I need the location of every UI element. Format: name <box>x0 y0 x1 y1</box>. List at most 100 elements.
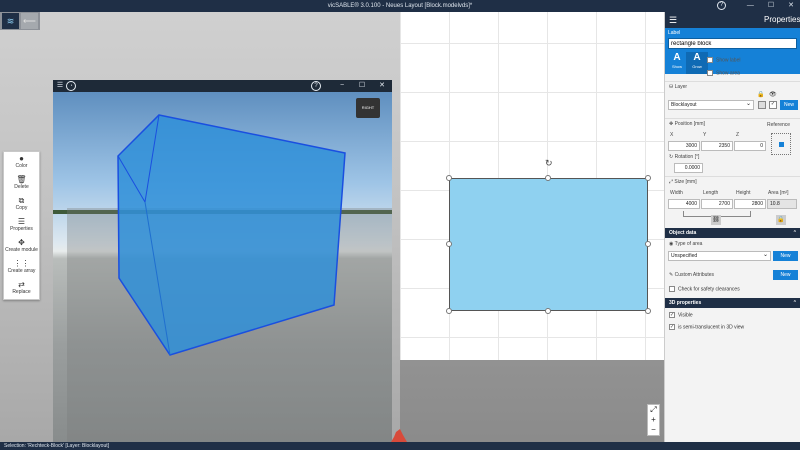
show-label-checkbox[interactable] <box>707 57 713 63</box>
layer-select[interactable]: Blocklayout <box>668 100 754 110</box>
tool-label: Create array <box>7 268 36 274</box>
layer-caption-text: Layer <box>674 84 688 90</box>
axis-x-label: X <box>670 132 674 138</box>
layer-visible-checkbox[interactable]: ✓ <box>769 101 777 109</box>
label-format-button-1[interactable]: A Show <box>666 52 688 74</box>
zoom-fit-icon[interactable]: ⤢ <box>648 405 659 415</box>
visible-checkbox[interactable]: ✓ <box>669 312 675 318</box>
camera-maximize-button[interactable]: ☐ <box>357 81 367 91</box>
label-section: Label A Show A Grow <box>665 28 800 74</box>
tool-label: Color <box>15 163 28 169</box>
semi-translucent-checkbox[interactable]: ✓ <box>669 324 675 330</box>
link-lock-icon[interactable]: ⛓ <box>711 215 721 225</box>
zoom-out-button[interactable]: − <box>648 425 659 435</box>
hamburger-icon[interactable]: ☰ <box>669 12 677 28</box>
properties-header: ☰ Properties <box>665 12 800 28</box>
layer-color-swatch[interactable] <box>758 101 766 109</box>
camera-settings-icon[interactable]: ◔ <box>66 81 76 91</box>
width-input[interactable]: 4000 <box>668 199 700 209</box>
label-format-button-2[interactable]: A Grow <box>686 52 708 74</box>
size-caption-text: Size [mm] <box>674 179 697 185</box>
properties-tool[interactable]: ☰ Properties <box>4 215 39 236</box>
properties-icon: ☰ <box>17 217 26 226</box>
label-input[interactable] <box>668 38 797 49</box>
rotate-handle-icon[interactable]: ↻ <box>545 158 553 169</box>
position-caption-text: Position [mm] <box>674 121 705 127</box>
tool-label: Delete <box>14 184 29 190</box>
eye-icon[interactable]: 👁 <box>769 91 777 98</box>
show-area-checkbox[interactable] <box>707 70 713 76</box>
resize-handle-sw[interactable] <box>446 308 452 314</box>
zoom-in-button[interactable]: + <box>648 415 659 425</box>
create-array-tool[interactable]: ⋮⋮ Create array <box>4 257 39 278</box>
custom-attributes-text: Custom Attributes <box>674 272 715 278</box>
delete-tool[interactable]: 🗑 Delete <box>4 173 39 194</box>
check-safety-checkbox[interactable] <box>669 286 675 292</box>
replace-tool[interactable]: ⇄ Replace <box>4 278 39 299</box>
tool-label: Create module <box>5 247 38 253</box>
visible-option[interactable]: ✓ Visible <box>669 312 693 318</box>
back-arrow-icon[interactable]: ⟵ <box>21 13 38 29</box>
reference-caption: Reference <box>767 122 791 128</box>
resize-handle-n[interactable] <box>545 175 551 181</box>
tool-label: Properties <box>10 226 33 232</box>
rotation-input[interactable]: 0.0000 <box>674 163 703 173</box>
new-attribute-button[interactable]: New <box>773 270 798 280</box>
top-toolbar: ≋ ⟵ <box>0 12 40 30</box>
area-readout: 10.8 <box>767 199 797 209</box>
label-format-caption: Show <box>671 64 682 69</box>
height-input[interactable]: 2800 <box>734 199 766 209</box>
show-label-option[interactable]: Show label <box>707 57 797 63</box>
assistant-hat-icon[interactable] <box>388 427 410 443</box>
create-module-tool[interactable]: ✥ Create module <box>4 236 39 257</box>
help-icon[interactable]: ? <box>717 1 726 10</box>
area-lock-icon[interactable]: 🔒 <box>776 215 786 225</box>
3d-properties-title: 3D properties <box>669 300 702 306</box>
camera-3d-view[interactable]: RIGHT <box>53 92 392 450</box>
camera-help-icon[interactable]: ? <box>311 81 321 91</box>
resize-handle-se[interactable] <box>645 308 651 314</box>
maximize-button[interactable]: ☐ <box>768 0 774 12</box>
lock-icon[interactable]: 🔒 <box>757 91 764 98</box>
semi-translucent-option[interactable]: ✓ is semi-translucent in 3D view <box>669 324 744 330</box>
reference-point-selector[interactable] <box>771 133 791 155</box>
view-cube[interactable]: RIGHT <box>356 98 380 118</box>
size-section: ⤢ Size [mm] Width Length Height Area [m²… <box>665 176 800 236</box>
type-of-area-select[interactable]: Unspecified <box>668 251 771 261</box>
visible-text: Visible <box>678 312 693 319</box>
rectangle-block-2d[interactable] <box>449 178 648 311</box>
menu-icon[interactable]: ☰ <box>55 81 65 91</box>
new-layer-button[interactable]: New <box>780 100 798 110</box>
camera-window-header: ☰ ◔ ? − ☐ ✕ <box>53 80 392 92</box>
check-safety-option[interactable]: Check for safety clearances <box>669 286 740 292</box>
position-z-input[interactable]: 0 <box>734 141 766 151</box>
axis-z-label: Z <box>736 132 740 138</box>
resize-handle-ne[interactable] <box>645 175 651 181</box>
layer-section: ⛁ Layer 🔒 👁 Blocklayout ✓ New <box>665 81 800 117</box>
camera-close-button[interactable]: ✕ <box>377 81 387 91</box>
copy-tool[interactable]: ⧉ Copy <box>4 194 39 215</box>
close-button[interactable]: ✕ <box>788 0 794 12</box>
3d-properties-header[interactable]: 3D properties ⌃ <box>665 298 800 308</box>
resize-handle-nw[interactable] <box>446 175 452 181</box>
chevron-up-icon: ⌃ <box>792 230 797 236</box>
resize-handle-w[interactable] <box>446 241 452 247</box>
color-tool[interactable]: ● Color <box>4 152 39 173</box>
resize-handle-s[interactable] <box>545 308 551 314</box>
length-input[interactable]: 2700 <box>701 199 733 209</box>
show-label-text: Show label <box>716 57 741 64</box>
camera-minimize-button[interactable]: − <box>337 81 347 91</box>
check-safety-text: Check for safety clearances <box>678 286 740 293</box>
position-x-input[interactable]: 3000 <box>668 141 700 151</box>
label-caption: Label <box>668 30 681 36</box>
new-type-button[interactable]: New <box>773 251 798 261</box>
tool-label: Replace <box>12 289 31 295</box>
show-area-option[interactable]: Show area <box>707 70 797 76</box>
resize-handle-e[interactable] <box>645 241 651 247</box>
window-titlebar: vicSABLE® 3.0.100 - Neues Layout [Block.… <box>0 0 800 12</box>
position-y-input[interactable]: 2350 <box>701 141 733 151</box>
minimize-button[interactable]: — <box>747 0 754 12</box>
replace-icon: ⇄ <box>18 280 25 289</box>
app-logo-icon[interactable]: ≋ <box>2 13 19 29</box>
object-data-header[interactable]: Object data ⌃ <box>665 228 800 238</box>
